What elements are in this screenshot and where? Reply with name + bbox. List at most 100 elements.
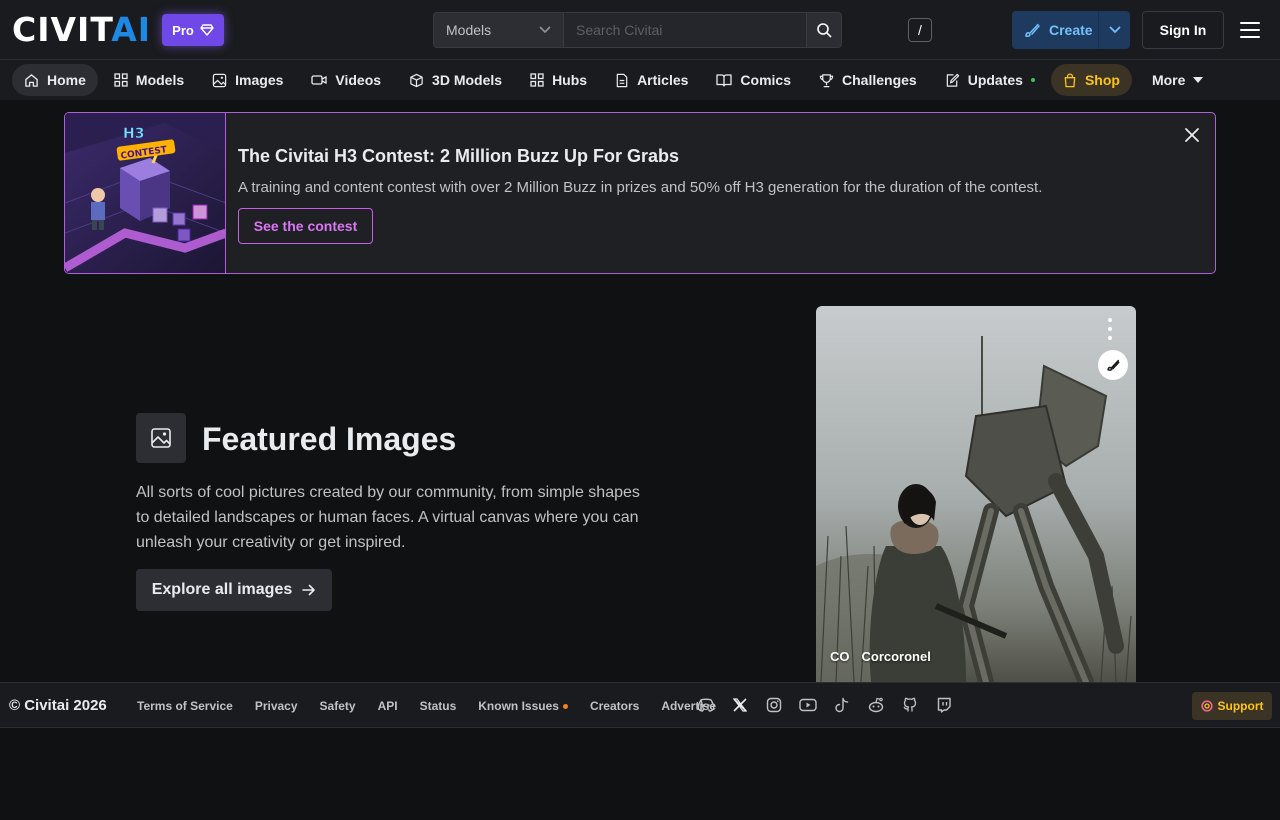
nav-item-label: 3D Models <box>432 72 503 88</box>
footer-link-api[interactable]: API <box>367 697 409 715</box>
nav-item-label: Videos <box>335 72 382 88</box>
card-menu-icon[interactable] <box>1106 318 1114 340</box>
nav-item-label: Shop <box>1084 72 1120 88</box>
featured-images-icon-box <box>136 413 186 463</box>
search-button[interactable] <box>807 12 842 48</box>
footer-link-status[interactable]: Status <box>409 697 468 715</box>
nav-item-challenges[interactable]: Challenges <box>807 64 929 96</box>
reddit-icon[interactable] <box>866 695 886 715</box>
logo-text-civit: CIVIT <box>12 10 112 49</box>
pro-label: Pro <box>172 22 194 38</box>
nav-item-label: Articles <box>637 72 689 88</box>
create-dropdown-toggle[interactable] <box>1098 11 1130 49</box>
contest-banner: H3 CONTEST The Civitai H3 Contest: 2 Mil… <box>64 112 1216 274</box>
search-bar: Models / <box>433 12 932 48</box>
copyright: © Civitai 2026 <box>9 697 107 714</box>
nav-item-videos[interactable]: Videos <box>299 64 393 96</box>
search-icon <box>817 23 832 38</box>
card-author[interactable]: CO Corcoronel <box>830 649 931 664</box>
featured-images-description: All sorts of cool pictures created by ou… <box>136 484 640 551</box>
grid-icon <box>114 73 128 87</box>
cube-icon <box>410 73 423 87</box>
nav-item-label: Images <box>235 72 284 88</box>
nav-item-more[interactable]: More <box>1140 64 1215 96</box>
contest-illustration[interactable]: H3 CONTEST <box>65 113 226 273</box>
explore-button-label: Explore all images <box>151 581 293 598</box>
nav-item-label: Models <box>135 72 185 88</box>
nav-item-label: Updates <box>967 72 1023 88</box>
sign-in-button[interactable]: Sign In <box>1142 11 1224 49</box>
nav-item-label: Comics <box>740 72 791 88</box>
pro-badge[interactable]: Pro <box>162 14 224 46</box>
banner-title: The Civitai H3 Contest: 2 Million Buzz U… <box>238 146 680 166</box>
known-issues-indicator-dot <box>562 703 568 709</box>
file-text-icon <box>616 73 628 87</box>
nav-item-hubs[interactable]: Hubs <box>518 64 599 96</box>
main-nav: Home Models Images Videos 3D Models Hubs… <box>0 60 1280 100</box>
header: CIVITAI Pro Models / Create Sign In <box>0 0 1280 60</box>
search-input[interactable] <box>564 12 807 48</box>
close-icon[interactable] <box>1183 126 1201 144</box>
github-icon[interactable] <box>900 695 920 715</box>
search-scope-label: Models <box>446 22 492 38</box>
contest-art-h3: H3 <box>123 126 144 142</box>
discord-icon[interactable] <box>696 695 716 715</box>
social-links <box>696 695 954 715</box>
nav-item-updates[interactable]: Updates <box>933 64 1047 96</box>
nav-item-home[interactable]: Home <box>12 64 98 96</box>
nav-item-label: Home <box>47 72 86 88</box>
footer: © Civitai 2026 Terms of Service Privacy … <box>0 682 1280 728</box>
nav-item-models[interactable]: Models <box>102 64 196 96</box>
updates-indicator-dot <box>1030 78 1035 82</box>
x-twitter-icon[interactable] <box>730 695 750 715</box>
explore-all-images-button[interactable]: Explore all images <box>136 569 332 611</box>
lifebuoy-icon <box>1200 700 1213 712</box>
footer-links: Terms of Service Privacy Safety API Stat… <box>126 697 727 715</box>
footer-link-known-issues[interactable]: Known Issues <box>467 697 579 715</box>
create-label: Create <box>1049 22 1093 38</box>
grid-icon <box>530 73 544 87</box>
logo-text-ai: AI <box>111 10 152 49</box>
chevron-down-icon <box>539 26 551 34</box>
search-shortcut-key: / <box>908 18 932 42</box>
nav-item-label: Challenges <box>842 72 917 88</box>
shopping-bag-icon <box>1064 72 1076 87</box>
featured-image <box>816 336 1132 682</box>
banner-description: A training and content contest with over… <box>238 179 1043 196</box>
support-button[interactable]: Support <box>1192 692 1272 720</box>
civitai-logo[interactable]: CIVITAI <box>12 13 151 46</box>
tiktok-icon[interactable] <box>832 695 852 715</box>
diamond-icon <box>200 24 214 36</box>
caret-down-icon <box>1193 77 1204 83</box>
photo-icon <box>212 73 227 87</box>
create-button[interactable]: Create <box>1012 11 1130 49</box>
nav-item-comics[interactable]: Comics <box>704 64 803 96</box>
instagram-icon[interactable] <box>764 695 784 715</box>
footer-link-safety[interactable]: Safety <box>309 697 367 715</box>
nav-item-label: Hubs <box>552 72 588 88</box>
twitch-icon[interactable] <box>934 695 954 715</box>
footer-link-creators[interactable]: Creators <box>579 697 650 715</box>
nav-item-3d-models[interactable]: 3D Models <box>397 64 514 96</box>
featured-image-card[interactable]: CO Corcoronel <box>816 306 1136 682</box>
author-username: Corcoronel <box>861 649 931 664</box>
edit-icon <box>946 73 959 87</box>
nav-item-shop[interactable]: Shop <box>1050 64 1132 96</box>
nav-item-label: More <box>1151 72 1186 88</box>
known-issues-label: Known Issues <box>478 699 559 713</box>
avatar: CO <box>830 649 850 664</box>
search-scope-select[interactable]: Models <box>433 12 564 48</box>
arrow-right-icon <box>302 584 316 596</box>
trophy-icon <box>819 73 834 87</box>
footer-link-privacy[interactable]: Privacy <box>244 697 309 715</box>
see-contest-button[interactable]: See the contest <box>238 208 373 244</box>
menu-icon[interactable] <box>1238 20 1262 40</box>
youtube-icon[interactable] <box>798 695 818 715</box>
book-icon <box>716 74 733 87</box>
home-icon <box>25 73 38 87</box>
footer-link-terms[interactable]: Terms of Service <box>126 697 244 715</box>
nav-item-articles[interactable]: Articles <box>603 64 700 96</box>
support-label: Support <box>1217 699 1264 713</box>
nav-item-images[interactable]: Images <box>200 64 295 96</box>
remix-brush-icon[interactable] <box>1098 350 1128 380</box>
